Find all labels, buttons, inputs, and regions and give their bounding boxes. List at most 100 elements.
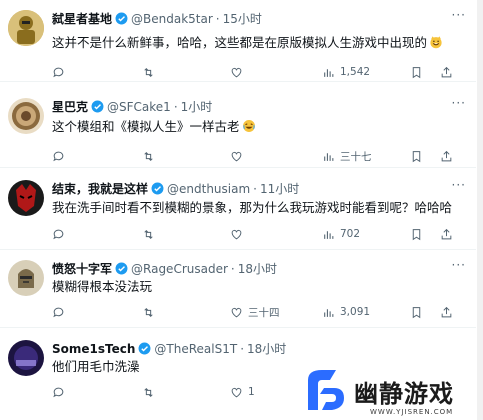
like-button[interactable] xyxy=(230,226,243,242)
share-button[interactable] xyxy=(440,304,453,320)
watermark: 幽静游戏 WWW.YJISREN.COM xyxy=(300,364,480,420)
like-button[interactable]: 三十四 xyxy=(230,304,280,320)
avatar[interactable] xyxy=(8,260,44,296)
reply-icon xyxy=(53,307,64,317)
timestamp[interactable]: 18小时 xyxy=(247,342,286,356)
likes-count: 三十四 xyxy=(248,306,280,319)
like-button[interactable] xyxy=(230,148,243,164)
separator-dot: · xyxy=(253,182,257,196)
display-name[interactable]: 愤怒十字军 xyxy=(52,262,112,276)
retweet-icon xyxy=(144,67,153,77)
scrollbar[interactable] xyxy=(477,0,483,420)
tweet-text-content: 我在洗手间时看不到模糊的景象，那为什么我玩游戏时能看到呢？哈哈哈 xyxy=(52,200,453,215)
timestamp[interactable]: 15小时 xyxy=(223,12,262,26)
tweet-header: 弑星者基地 @Bendak5tar · 15小时 xyxy=(52,10,468,28)
bookmark-button[interactable] xyxy=(410,64,423,80)
separator-dot: · xyxy=(215,12,220,26)
tweet-header: 愤怒十字军 @RageCrusader · 18小时 xyxy=(52,260,468,278)
verified-badge-icon xyxy=(91,100,104,113)
tweet-text-content: 这个模组和《模拟人生》一样古老 xyxy=(52,119,240,134)
tweet-header: Some1sTech @TheRealS1T · 18小时 xyxy=(52,340,468,358)
views-chart-icon xyxy=(324,308,334,317)
display-name[interactable]: 弑星者基地 xyxy=(52,12,112,26)
reply-button[interactable] xyxy=(52,226,65,242)
tweet[interactable]: 弑星者基地 @Bendak5tar · 15小时 ··· 这并不是什么新鲜事，哈哈，这… xyxy=(0,0,476,82)
more-options-icon[interactable]: ··· xyxy=(452,8,466,22)
more-options-icon[interactable]: ··· xyxy=(452,178,466,192)
share-icon xyxy=(441,66,452,77)
tweet-header: 结束，我就是这样 @endthusiam · 11小时 xyxy=(52,180,468,198)
views-button[interactable]: 1,542 xyxy=(322,64,370,80)
bookmark-button[interactable] xyxy=(410,304,423,320)
handle[interactable]: @TheRealS1T xyxy=(154,342,237,356)
retweet-button[interactable] xyxy=(142,226,155,242)
display-name[interactable]: 结束，我就是这样 xyxy=(52,182,148,196)
watermark-text: 幽静游戏 xyxy=(354,380,454,408)
heart-icon xyxy=(231,387,242,397)
views-chart-icon xyxy=(324,68,334,77)
avatar[interactable] xyxy=(8,10,44,46)
verified-badge-icon xyxy=(151,182,164,195)
more-options-icon[interactable]: ··· xyxy=(452,96,466,110)
views-count: 1,542 xyxy=(340,66,371,78)
heart-icon xyxy=(231,67,242,77)
tweet-text: 模糊得根本没法玩 xyxy=(52,278,468,296)
avatar[interactable] xyxy=(8,98,44,134)
retweet-button[interactable] xyxy=(142,64,155,80)
avatar[interactable] xyxy=(8,180,44,216)
heart-icon xyxy=(231,151,242,161)
retweet-icon xyxy=(144,151,153,161)
handle[interactable]: @Bendak5tar xyxy=(131,12,213,26)
timestamp[interactable]: 18小时 xyxy=(238,262,277,276)
tweet-text: 这个模组和《模拟人生》一样古老 xyxy=(52,118,468,136)
tweet[interactable]: 星巴克 @SFCake1 · 1小时 ··· 这个模组和《模拟人生》一样古老 三十七 xyxy=(0,88,476,168)
share-icon xyxy=(441,150,452,161)
laughing-emoji-icon xyxy=(242,120,255,132)
watermark-url: WWW.YJISREN.COM xyxy=(370,408,454,416)
handle[interactable]: @endthusiam xyxy=(167,182,250,196)
reply-button[interactable] xyxy=(52,148,65,164)
bookmark-icon xyxy=(412,306,421,318)
like-button[interactable]: 1 xyxy=(230,384,255,400)
share-button[interactable] xyxy=(440,226,453,242)
separator-dot: · xyxy=(240,342,245,356)
timestamp[interactable]: 1小时 xyxy=(181,100,213,114)
views-count: 702 xyxy=(340,228,361,240)
tweet-header: 星巴克 @SFCake1 · 1小时 xyxy=(52,98,468,116)
more-options-icon[interactable]: ··· xyxy=(452,258,466,272)
display-name[interactable]: Some1sTech xyxy=(52,342,135,356)
views-button[interactable]: 702 xyxy=(322,226,360,242)
retweet-button[interactable] xyxy=(142,384,155,400)
reply-button[interactable] xyxy=(52,384,65,400)
avatar[interactable] xyxy=(8,340,44,376)
likes-count: 1 xyxy=(248,386,255,398)
display-name[interactable]: 星巴克 xyxy=(52,100,88,114)
share-button[interactable] xyxy=(440,64,453,80)
handle[interactable]: @SFCake1 xyxy=(107,100,171,114)
verified-badge-icon xyxy=(115,12,128,25)
retweet-icon xyxy=(144,307,153,317)
timestamp[interactable]: 11小时 xyxy=(260,182,299,196)
tweet[interactable]: 愤怒十字军 @RageCrusader · 18小时 ··· 模糊得根本没法玩 三十四… xyxy=(0,252,476,328)
retweet-button[interactable] xyxy=(142,304,155,320)
reply-icon xyxy=(53,229,64,239)
like-button[interactable] xyxy=(230,64,243,80)
bookmark-button[interactable] xyxy=(410,148,423,164)
share-icon xyxy=(441,228,452,239)
retweet-button[interactable] xyxy=(142,148,155,164)
views-chart-icon xyxy=(324,230,334,239)
share-icon xyxy=(441,306,452,317)
handle[interactable]: @RageCrusader xyxy=(131,262,228,276)
reply-button[interactable] xyxy=(52,64,65,80)
heart-icon xyxy=(231,307,242,317)
share-button[interactable] xyxy=(440,148,453,164)
tweet-text-content: 模糊得根本没法玩 xyxy=(52,279,153,294)
reply-button[interactable] xyxy=(52,304,65,320)
tweet[interactable]: 结束，我就是这样 @endthusiam · 11小时 ··· 我在洗手间时看不到模糊… xyxy=(0,172,476,250)
bookmark-button[interactable] xyxy=(410,226,423,242)
bookmark-icon xyxy=(412,228,421,240)
tweet-text-content: 他们用毛巾洗澡 xyxy=(52,359,140,374)
views-button[interactable]: 3,091 xyxy=(322,304,370,320)
views-count: 3,091 xyxy=(340,306,371,318)
views-button[interactable]: 三十七 xyxy=(322,148,372,164)
